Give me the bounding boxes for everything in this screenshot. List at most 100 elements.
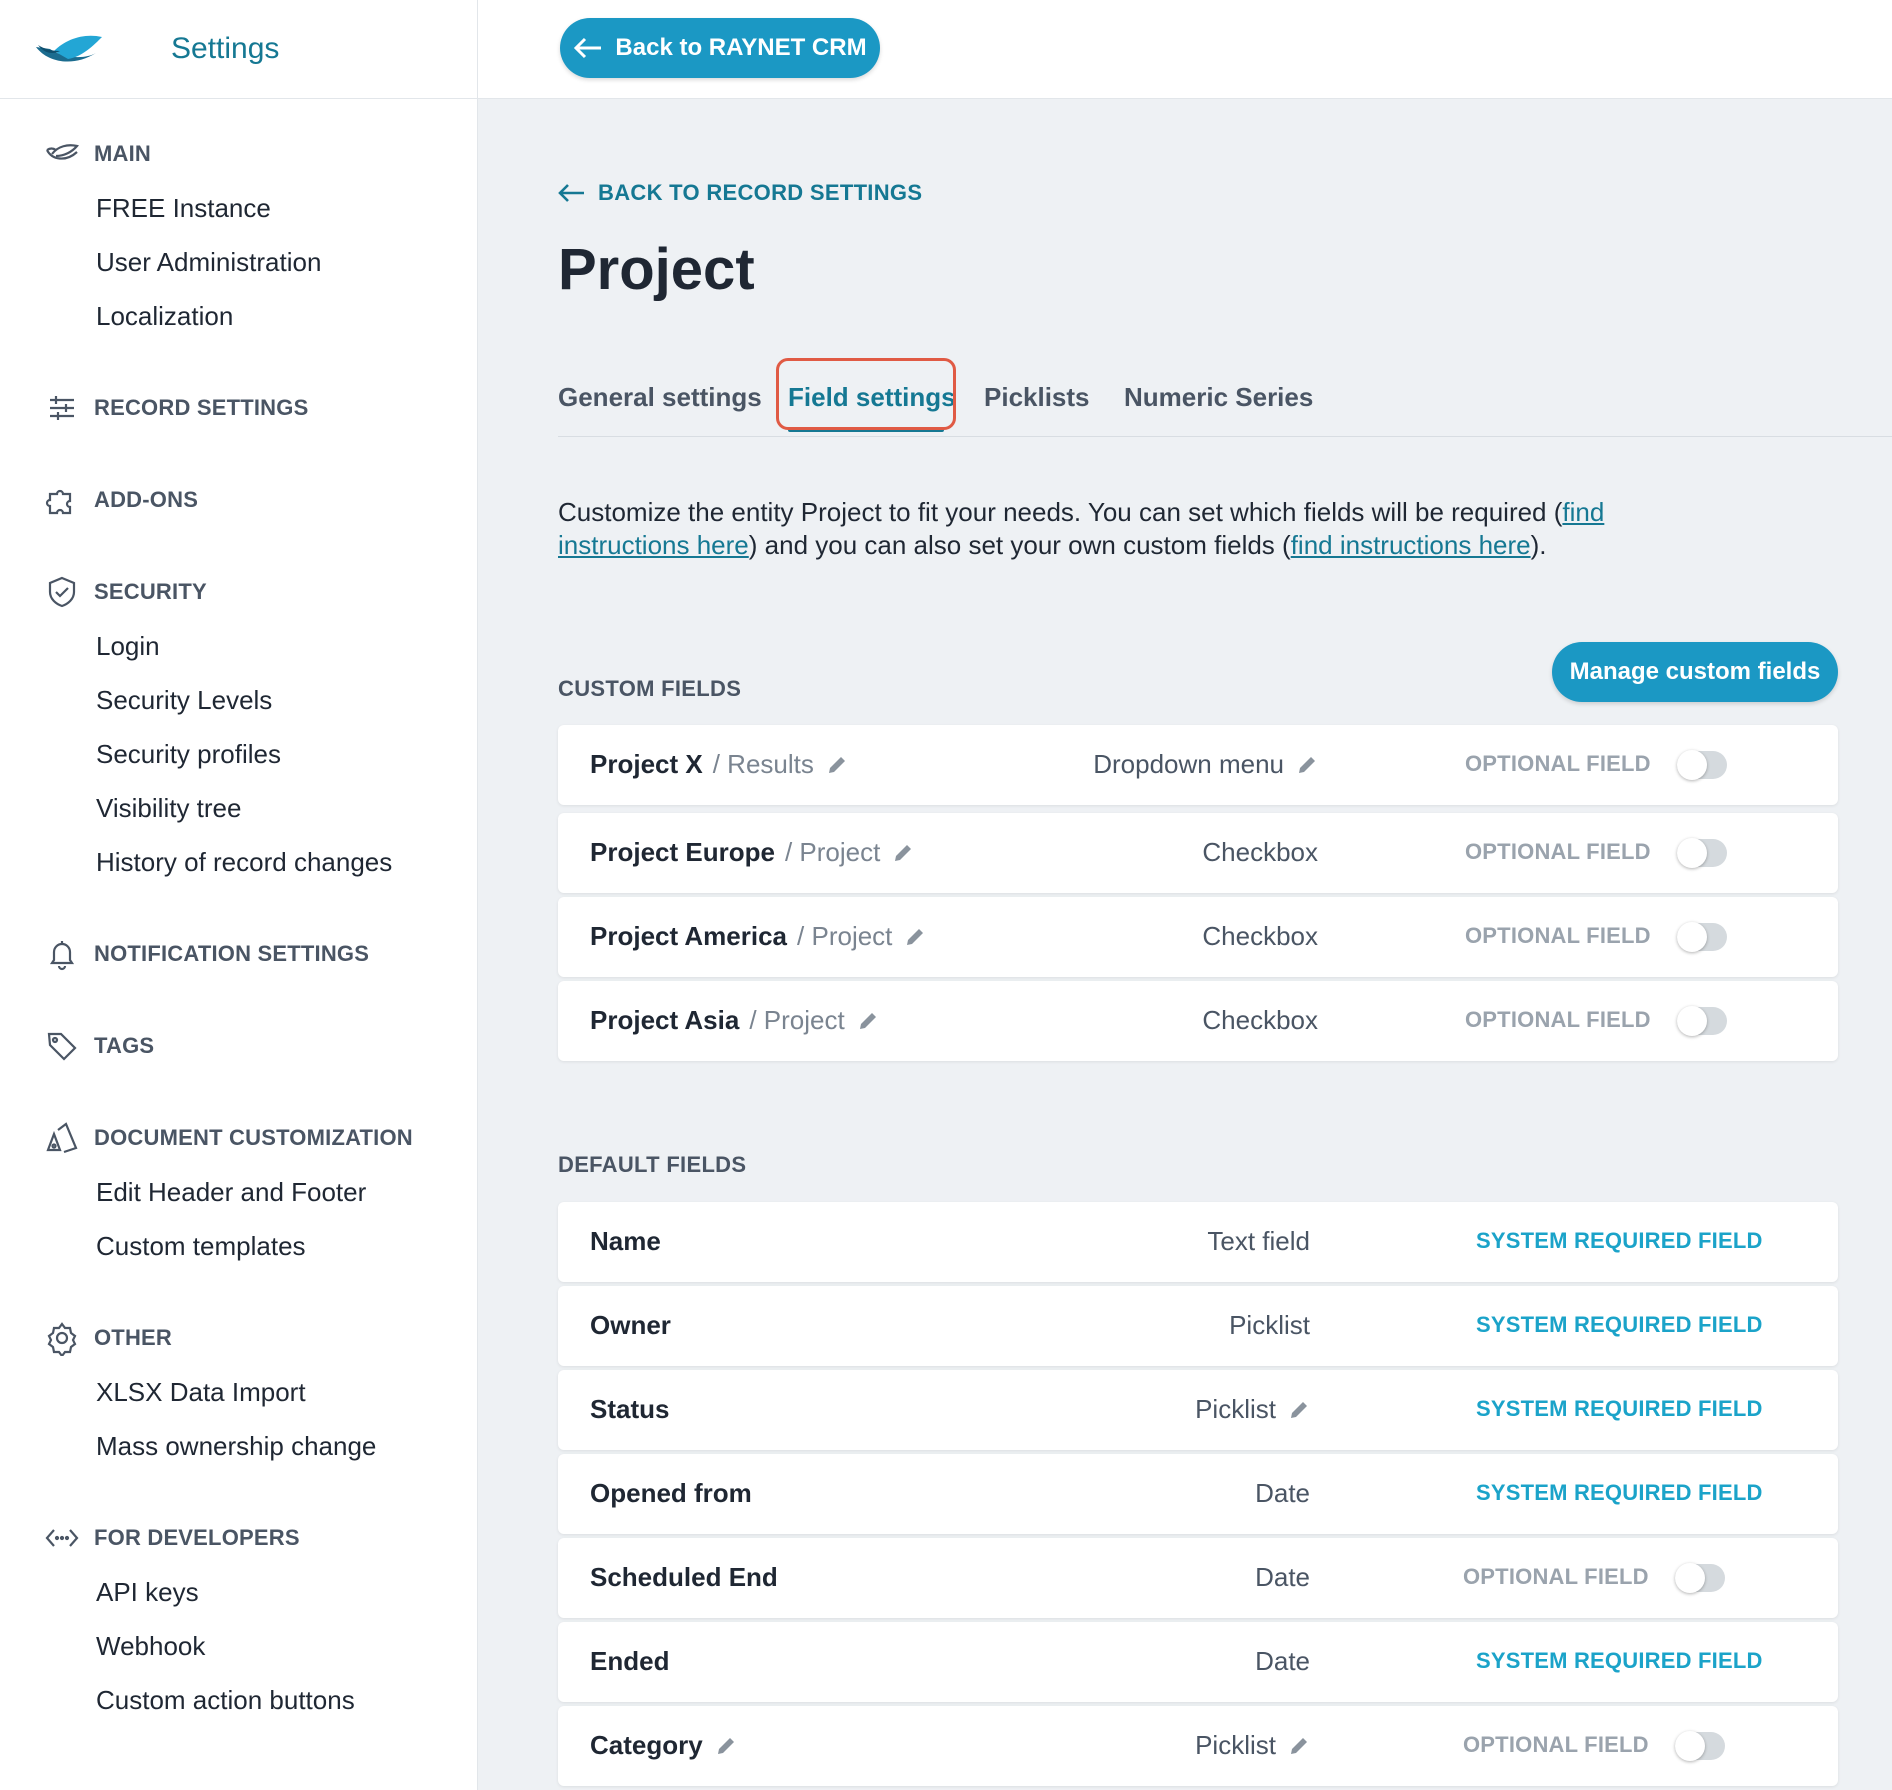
find-instructions-link-2[interactable]: find instructions here xyxy=(1291,530,1531,560)
optional-field-label: OPTIONAL FIELD xyxy=(1465,751,1651,776)
field-type-cell: Picklist xyxy=(1229,1310,1310,1341)
optional-field-label: OPTIONAL FIELD xyxy=(1463,1732,1649,1757)
nav-group-label: TAGS xyxy=(94,1033,155,1058)
sidebar-item-webhook[interactable]: Webhook xyxy=(0,1619,477,1673)
field-type: Date xyxy=(1255,1646,1310,1676)
field-entity: / Project xyxy=(797,921,893,951)
field-name-cell: Project Asia / Project xyxy=(590,1005,879,1036)
nav-group-head-for-developers[interactable]: FOR DEVELOPERS xyxy=(0,1511,477,1565)
nav-group-head-security[interactable]: SECURITY xyxy=(0,565,477,619)
sliders-icon xyxy=(50,396,74,420)
field-name: Scheduled End xyxy=(590,1562,778,1592)
field-type: Checkbox xyxy=(1202,1005,1318,1035)
field-type-cell: Checkbox xyxy=(1202,837,1318,868)
sidebar-item-user-administration[interactable]: User Administration xyxy=(0,235,477,289)
pencil-icon[interactable] xyxy=(1288,1735,1310,1757)
puzzle-icon xyxy=(45,489,72,515)
field-name: Status xyxy=(590,1394,670,1424)
field-type: Picklist xyxy=(1195,1394,1276,1424)
field-type-cell: Checkbox xyxy=(1202,921,1318,952)
field-row: Owner Picklist SYSTEM REQUIRED FIELD xyxy=(558,1286,1838,1366)
manage-custom-fields-button[interactable]: Manage custom fields xyxy=(1552,642,1838,702)
shield-check-icon xyxy=(48,576,76,608)
settings-nav: MAIN FREE Instance User Administration L… xyxy=(0,99,477,1727)
sidebar-item-custom-templates[interactable]: Custom templates xyxy=(0,1219,477,1273)
required-toggle[interactable] xyxy=(1675,1731,1725,1761)
field-row: Scheduled End Date OPTIONAL FIELD xyxy=(558,1538,1838,1618)
field-name: Project Asia xyxy=(590,1005,740,1035)
nav-group-label: NOTIFICATION SETTINGS xyxy=(94,941,370,966)
field-type: Checkbox xyxy=(1202,837,1318,867)
tab-highlight-box xyxy=(776,358,956,430)
pencil-icon[interactable] xyxy=(892,842,914,864)
nav-group-security: SECURITY Login Security Levels Security … xyxy=(0,565,477,889)
sidebar-item-free-instance[interactable]: FREE Instance xyxy=(0,181,477,235)
sidebar-item-localization[interactable]: Localization xyxy=(0,289,477,343)
nav-group-head-main[interactable]: MAIN xyxy=(0,127,477,181)
toggle-knob xyxy=(1677,750,1707,780)
toggle-knob xyxy=(1677,1006,1707,1036)
gear-icon xyxy=(47,1322,77,1356)
description-text: Customize the entity Project to fit your… xyxy=(558,496,1838,562)
required-toggle[interactable] xyxy=(1677,1006,1727,1036)
find-instructions-link-1[interactable]: find xyxy=(1562,497,1604,527)
sidebar-item-custom-action-buttons[interactable]: Custom action buttons xyxy=(0,1673,477,1727)
field-row: Project X / Results Dropdown menu OPTIONAL … xyxy=(558,725,1838,805)
find-instructions-link-1b[interactable]: instructions here xyxy=(558,530,749,560)
field-name: Category xyxy=(590,1730,703,1760)
nav-group-notification-settings: NOTIFICATION SETTINGS xyxy=(0,927,477,981)
default-fields-heading: DEFAULT FIELDS xyxy=(558,1152,747,1177)
field-name-cell: Opened from xyxy=(590,1478,752,1509)
field-row: Project America / Project Checkbox OPTIONAL… xyxy=(558,897,1838,977)
sidebar-item-api-keys[interactable]: API keys xyxy=(0,1565,477,1619)
nav-group-head-notification-settings[interactable]: NOTIFICATION SETTINGS xyxy=(0,927,477,981)
field-row: Category Picklist OPTIONAL FIELD xyxy=(558,1706,1838,1786)
tab-numeric-series[interactable]: Numeric Series xyxy=(1124,382,1313,413)
required-toggle[interactable] xyxy=(1677,922,1727,952)
sidebar-item-edit-header-and-footer[interactable]: Edit Header and Footer xyxy=(0,1165,477,1219)
sidebar-item-security-levels[interactable]: Security Levels xyxy=(0,673,477,727)
field-name-cell: Category xyxy=(590,1730,737,1761)
sidebar-item-visibility-tree[interactable]: Visibility tree xyxy=(0,781,477,835)
nav-group-label: ADD-ONS xyxy=(94,487,199,512)
pencil-icon[interactable] xyxy=(1288,1399,1310,1421)
required-toggle[interactable] xyxy=(1677,838,1727,868)
nav-group-head-tags[interactable]: TAGS xyxy=(0,1019,477,1073)
pencil-icon[interactable] xyxy=(857,1010,879,1032)
description-part: ). xyxy=(1530,530,1547,560)
tab-picklists[interactable]: Picklists xyxy=(984,382,1090,413)
field-name: Project America xyxy=(590,921,788,951)
field-name: Owner xyxy=(590,1310,671,1340)
nav-group-head-document-customization[interactable]: DOCUMENT CUSTOMIZATION xyxy=(0,1111,477,1165)
sidebar-item-security-profiles[interactable]: Security profiles xyxy=(0,727,477,781)
pencil-icon[interactable] xyxy=(904,926,926,948)
description-part: Customize the entity Project to fit your… xyxy=(558,497,1563,527)
sidebar-item-mass-ownership-change[interactable]: Mass ownership change xyxy=(0,1419,477,1473)
nav-group-for-developers: FOR DEVELOPERS API keys Webhook Custom a… xyxy=(0,1511,477,1727)
sidebar-item-login[interactable]: Login xyxy=(0,619,477,673)
nav-group-head-other[interactable]: OTHER xyxy=(0,1311,477,1365)
custom-fields-heading: CUSTOM FIELDS xyxy=(558,676,742,701)
back-to-record-settings-link[interactable]: BACK TO RECORD SETTINGS xyxy=(558,180,922,206)
pencil-icon[interactable] xyxy=(715,1735,737,1757)
nav-group-head-record-settings[interactable]: RECORD SETTINGS xyxy=(0,381,477,435)
tab-general-settings[interactable]: General settings xyxy=(558,382,762,413)
field-name-cell: Status xyxy=(590,1394,669,1425)
field-row: Name Text field SYSTEM REQUIRED FIELD xyxy=(558,1202,1838,1282)
system-required-label: SYSTEM REQUIRED FIELD xyxy=(1476,1396,1763,1421)
system-required-label: SYSTEM REQUIRED FIELD xyxy=(1476,1312,1763,1337)
required-toggle[interactable] xyxy=(1675,1563,1725,1593)
settings-app: Settings MAIN FREE Instance User Adminis… xyxy=(0,0,1892,1790)
field-name: Opened from xyxy=(590,1478,752,1508)
nav-group-head-add-ons[interactable]: ADD-ONS xyxy=(0,473,477,527)
field-type: Picklist xyxy=(1229,1310,1310,1340)
nav-group-label: FOR DEVELOPERS xyxy=(94,1525,300,1550)
field-name-cell: Name xyxy=(590,1226,661,1257)
sidebar-item-history-of-record-changes[interactable]: History of record changes xyxy=(0,835,477,889)
sidebar-item-xlsx-data-import[interactable]: XLSX Data Import xyxy=(0,1365,477,1419)
pencil-icon[interactable] xyxy=(826,754,848,776)
pencil-icon[interactable] xyxy=(1296,754,1318,776)
required-toggle[interactable] xyxy=(1677,750,1727,780)
back-to-crm-button[interactable]: Back to RAYNET CRM xyxy=(560,18,880,78)
nav-group-label: SECURITY xyxy=(94,579,207,604)
